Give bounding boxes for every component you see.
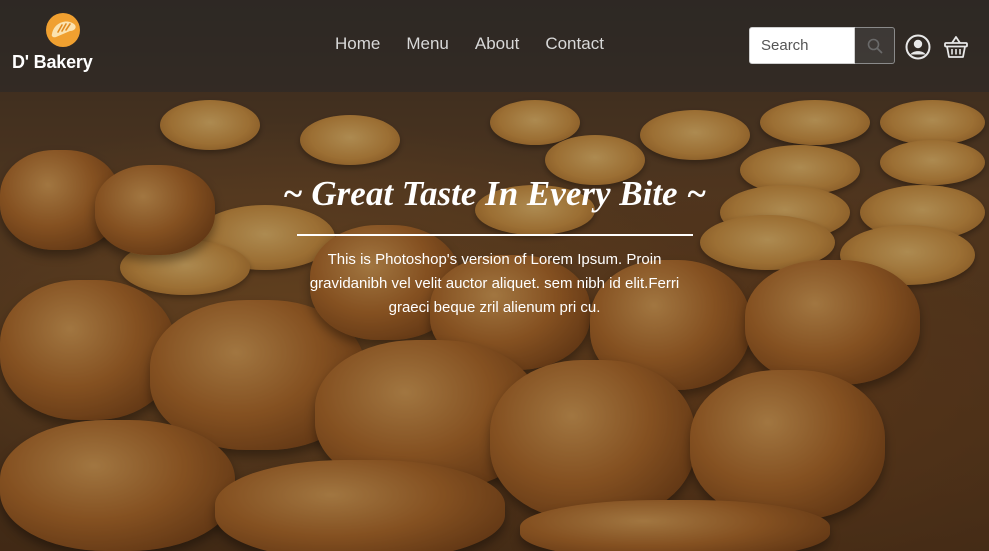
cart-button[interactable]	[943, 34, 969, 60]
search-form	[749, 27, 895, 64]
search-icon	[867, 38, 882, 53]
user-circle-icon	[905, 34, 931, 60]
navbar: D' Bakery Home Menu About Contact	[0, 0, 989, 92]
nav-item-about[interactable]: About	[475, 34, 519, 54]
hero-divider	[296, 234, 693, 236]
shopping-basket-icon	[944, 36, 968, 58]
nav-item-contact[interactable]: Contact	[545, 34, 604, 54]
nav-item-menu[interactable]: Menu	[406, 34, 449, 54]
hero-title: ~ Great Taste In Every Bite ~	[282, 174, 707, 213]
brand-name: D' Bakery	[12, 52, 93, 72]
search-input[interactable]	[749, 27, 855, 64]
main-nav: Home Menu About Contact	[335, 34, 604, 54]
account-button[interactable]	[905, 34, 931, 60]
hero-section: ~ Great Taste In Every Bite ~ This is Ph…	[0, 170, 989, 320]
bread-logo-icon	[46, 13, 80, 47]
nav-item-home[interactable]: Home	[335, 34, 380, 54]
search-button[interactable]	[855, 27, 895, 64]
hero-description: This is Photoshop's version of Lorem Ips…	[309, 251, 680, 316]
brand-logo[interactable]: D' Bakery	[12, 12, 102, 76]
